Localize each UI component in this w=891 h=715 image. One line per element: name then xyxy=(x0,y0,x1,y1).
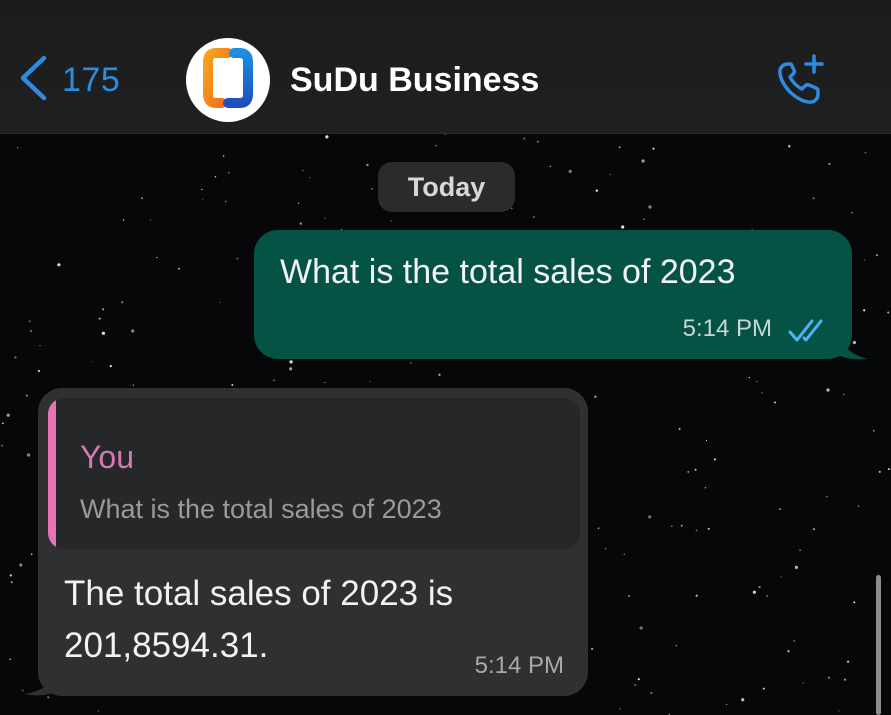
incoming-message[interactable]: You What is the total sales of 2023 The … xyxy=(38,388,588,696)
unread-count: 175 xyxy=(62,60,121,99)
add-call-button[interactable] xyxy=(772,52,832,108)
back-button[interactable]: 175 xyxy=(18,52,120,108)
double-check-read-icon xyxy=(788,318,828,349)
sudu-logo-icon xyxy=(202,47,254,114)
message-text: What is the total sales of 2023 xyxy=(280,253,736,291)
scrollbar[interactable] xyxy=(876,575,881,715)
chat-header: 175 SuDu Business xyxy=(0,0,891,134)
message-time: 5:14 PM xyxy=(474,652,564,679)
quote-text: What is the total sales of 2023 xyxy=(80,494,442,524)
contact-name[interactable]: SuDu Business xyxy=(290,58,539,102)
outgoing-message[interactable]: What is the total sales of 2023 5:14 PM xyxy=(254,230,852,359)
add-call-icon xyxy=(772,54,832,112)
chevron-left-icon xyxy=(18,55,48,106)
quote-accent-bar xyxy=(48,398,56,549)
quoted-reply[interactable]: You What is the total sales of 2023 xyxy=(48,398,580,549)
quote-author: You xyxy=(80,439,134,475)
outgoing-bubble-tail xyxy=(836,323,868,360)
incoming-bubble-tail xyxy=(24,664,58,696)
message-time: 5:14 PM xyxy=(682,315,772,342)
date-separator: Today xyxy=(378,162,515,212)
avatar[interactable] xyxy=(186,38,270,122)
